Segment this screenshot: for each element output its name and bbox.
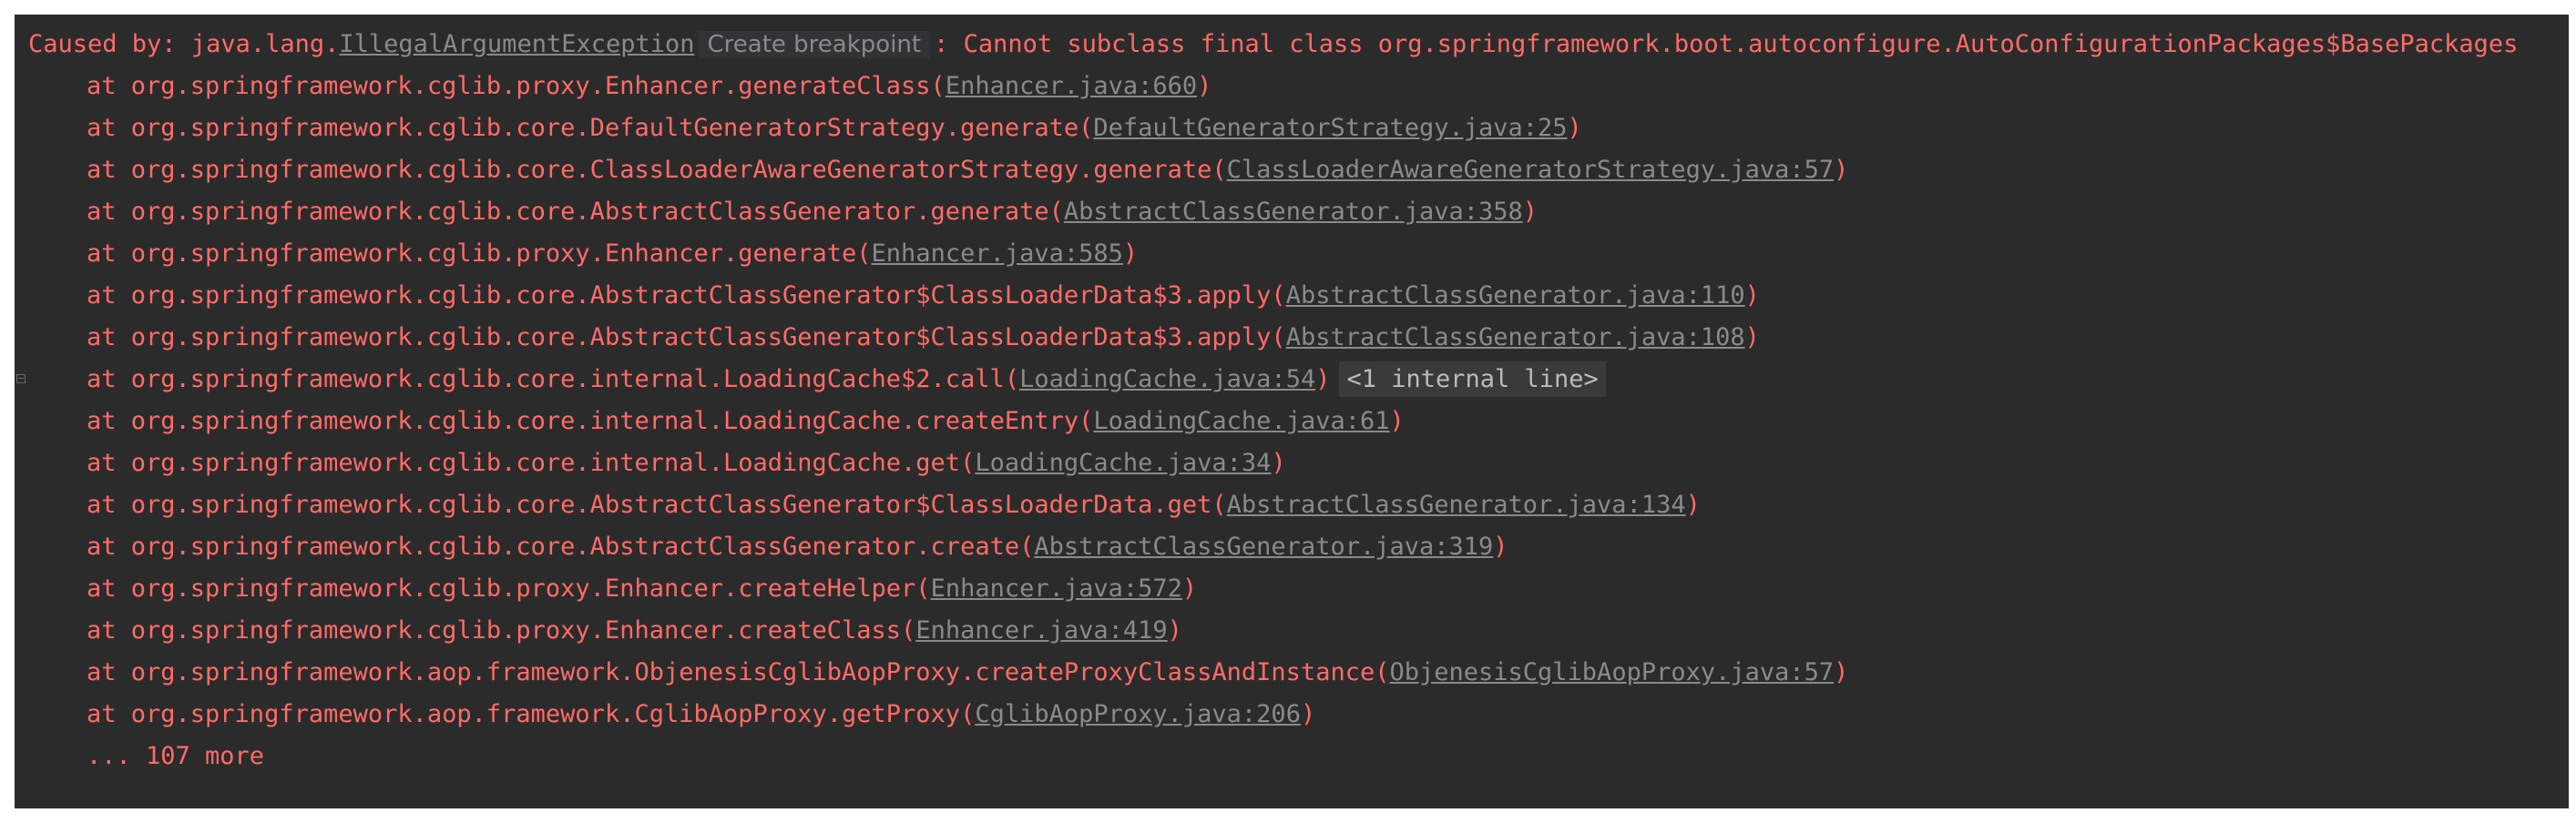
- frame-method: at org.springframework.cglib.core.intern…: [87, 407, 1094, 435]
- source-link[interactable]: LoadingCache.java:54: [1019, 365, 1315, 393]
- source-link[interactable]: ObjenesisCglibAopProxy.java:57: [1389, 658, 1834, 686]
- frame-suffix: ): [1315, 365, 1331, 393]
- frame-method: at org.springframework.cglib.core.Abstra…: [87, 198, 1064, 226]
- exception-class-link[interactable]: IllegalArgumentException: [339, 30, 694, 58]
- frame-method: at org.springframework.cglib.proxy.Enhan…: [87, 72, 946, 100]
- frame-suffix: ): [1300, 700, 1316, 728]
- source-link[interactable]: ClassLoaderAwareGeneratorStrategy.java:5…: [1227, 156, 1834, 184]
- frame-method: at org.springframework.cglib.core.intern…: [87, 365, 1020, 393]
- source-link[interactable]: DefaultGeneratorStrategy.java:25: [1093, 114, 1567, 142]
- stack-frame: at org.springframework.cglib.proxy.Enhan…: [15, 66, 2569, 107]
- frame-suffix: ): [1567, 114, 1582, 142]
- frame-suffix: ): [1685, 491, 1701, 519]
- cause-message: : Cannot subclass final class org.spring…: [934, 30, 2519, 58]
- exception-cause-line: Caused by: java.lang.IllegalArgumentExce…: [15, 24, 2569, 66]
- source-link[interactable]: AbstractClassGenerator.java:134: [1227, 491, 1686, 519]
- frame-method: at org.springframework.cglib.core.Defaul…: [87, 114, 1094, 142]
- frame-method: at org.springframework.cglib.proxy.Enhan…: [87, 239, 872, 268]
- frame-suffix: ): [1744, 323, 1760, 351]
- stack-frame: at org.springframework.cglib.core.intern…: [15, 442, 2569, 484]
- frame-method: at org.springframework.cglib.core.Abstra…: [87, 281, 1286, 310]
- frame-method: at org.springframework.cglib.core.Abstra…: [87, 323, 1286, 351]
- frame-suffix: ): [1522, 198, 1538, 226]
- frame-method: at org.springframework.cglib.core.Abstra…: [87, 491, 1227, 519]
- source-link[interactable]: AbstractClassGenerator.java:108: [1286, 323, 1745, 351]
- more-frames-line: ... 107 more: [15, 736, 2569, 777]
- source-link[interactable]: AbstractClassGenerator.java:319: [1034, 533, 1493, 561]
- stack-frame: at org.springframework.cglib.core.Abstra…: [15, 526, 2569, 568]
- source-link[interactable]: CglibAopProxy.java:206: [975, 700, 1301, 728]
- source-link[interactable]: AbstractClassGenerator.java:358: [1064, 198, 1523, 226]
- frame-suffix: ): [1197, 72, 1212, 100]
- stack-frame: at org.springframework.cglib.proxy.Enhan…: [15, 233, 2569, 275]
- source-link[interactable]: Enhancer.java:660: [946, 72, 1197, 100]
- frame-suffix: ): [1122, 239, 1139, 268]
- source-link[interactable]: LoadingCache.java:34: [975, 449, 1271, 477]
- frame-method: at org.springframework.aop.framework.Cgl…: [87, 700, 976, 728]
- more-frames-text: ... 107 more: [87, 742, 265, 770]
- frame-method: at org.springframework.cglib.proxy.Enhan…: [87, 574, 931, 603]
- frame-method: at org.springframework.cglib.core.Abstra…: [87, 533, 1035, 561]
- frame-suffix: ): [1181, 574, 1198, 603]
- stack-frame: at org.springframework.cglib.core.Abstra…: [15, 191, 2569, 233]
- stack-frame: at org.springframework.cglib.core.intern…: [15, 359, 2569, 401]
- stack-frame: at org.springframework.cglib.core.Defaul…: [15, 107, 2569, 149]
- stack-frame: at org.springframework.cglib.proxy.Enhan…: [15, 568, 2569, 610]
- stack-frame: at org.springframework.cglib.core.ClassL…: [15, 149, 2569, 191]
- source-link[interactable]: Enhancer.java:585: [872, 239, 1123, 268]
- frame-method: at org.springframework.cglib.core.ClassL…: [87, 156, 1227, 184]
- stack-frame: at org.springframework.cglib.core.intern…: [15, 401, 2569, 442]
- create-breakpoint-button[interactable]: Create breakpoint: [698, 31, 931, 58]
- cause-prefix: Caused by: java.lang.: [28, 30, 340, 58]
- fold-icon[interactable]: [16, 374, 26, 383]
- stack-frame: at org.springframework.cglib.core.Abstra…: [15, 275, 2569, 317]
- stack-frame: at org.springframework.cglib.core.Abstra…: [15, 484, 2569, 526]
- stack-frame: at org.springframework.cglib.proxy.Enhan…: [15, 610, 2569, 652]
- stack-frame: at org.springframework.aop.framework.Cgl…: [15, 694, 2569, 736]
- frame-method: at org.springframework.cglib.proxy.Enhan…: [87, 616, 916, 645]
- frame-suffix: ): [1493, 533, 1508, 561]
- source-link[interactable]: Enhancer.java:572: [931, 574, 1182, 603]
- frame-suffix: ): [1271, 449, 1286, 477]
- frame-suffix: ): [1167, 616, 1182, 645]
- frame-method: at org.springframework.aop.framework.Obj…: [87, 658, 1390, 686]
- source-link[interactable]: Enhancer.java:419: [915, 616, 1167, 645]
- frame-suffix: ): [1744, 281, 1760, 310]
- source-link[interactable]: LoadingCache.java:61: [1093, 407, 1389, 435]
- stack-frame: at org.springframework.aop.framework.Obj…: [15, 652, 2569, 694]
- frame-suffix: ): [1834, 156, 1849, 184]
- frame-suffix: ): [1389, 407, 1405, 435]
- frame-suffix: ): [1834, 658, 1849, 686]
- console-output: Caused by: java.lang.IllegalArgumentExce…: [15, 15, 2569, 808]
- internal-lines-toggle[interactable]: <1 internal line>: [1339, 361, 1606, 397]
- stack-frame: at org.springframework.cglib.core.Abstra…: [15, 317, 2569, 359]
- frame-method: at org.springframework.cglib.core.intern…: [87, 449, 976, 477]
- source-link[interactable]: AbstractClassGenerator.java:110: [1286, 281, 1745, 310]
